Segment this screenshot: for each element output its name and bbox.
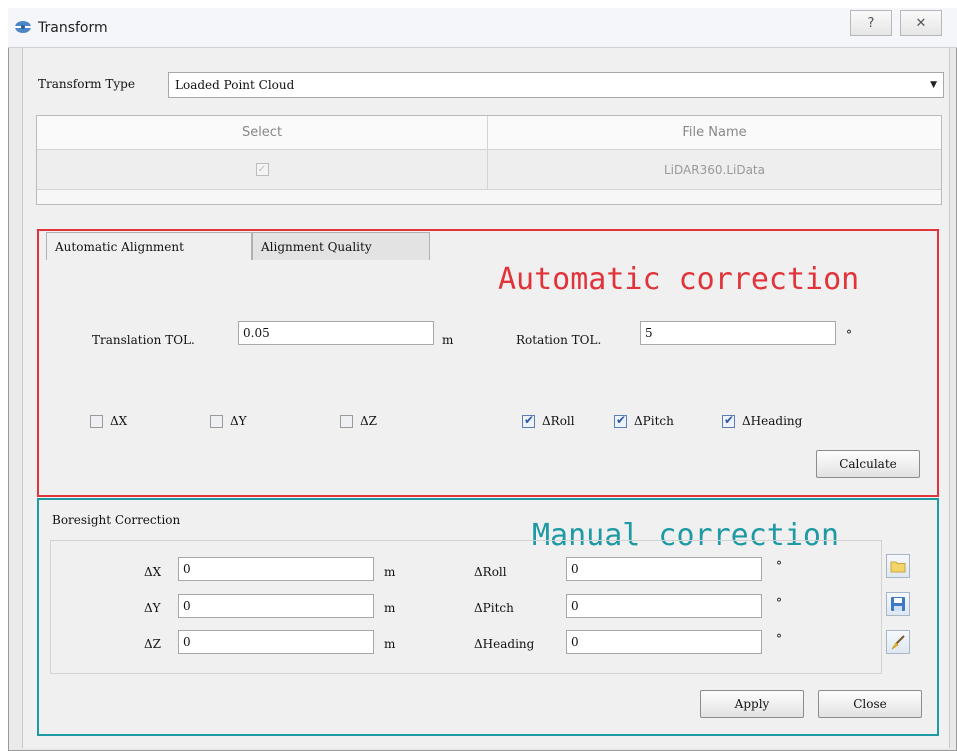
- delta-roll-input[interactable]: [566, 557, 762, 581]
- rotation-tol-label: Rotation TOL.: [516, 333, 602, 347]
- transform-type-select[interactable]: Loaded Point Cloud ▼: [168, 72, 944, 98]
- transform-type-label: Transform Type: [38, 77, 135, 91]
- automatic-correction-annotation: Automatic correction: [498, 262, 860, 297]
- delta-z-label: ΔZ: [360, 414, 378, 428]
- help-icon: ?: [867, 15, 875, 31]
- window-title: Transform: [38, 20, 108, 36]
- close-window-button[interactable]: ✕: [900, 10, 942, 36]
- delta-pitch-unit: °: [776, 596, 782, 610]
- delta-y-field-label: ΔY: [144, 601, 161, 615]
- folder-icon: [890, 561, 906, 572]
- delta-x-label: ΔX: [110, 414, 128, 428]
- brush-icon: [891, 635, 905, 650]
- delta-heading-label: ΔHeading: [742, 414, 803, 428]
- delta-roll-field-label: ΔRoll: [474, 565, 507, 579]
- chevron-down-icon: ▼: [930, 80, 937, 90]
- file-table: Select File Name ✓ LiDAR360.LiData: [36, 115, 942, 205]
- delta-x-input[interactable]: [178, 557, 374, 581]
- apply-button[interactable]: Apply: [700, 690, 804, 718]
- delta-roll-unit: °: [776, 559, 782, 573]
- delta-x-field-label: ΔX: [144, 565, 162, 579]
- delta-heading-input[interactable]: [566, 630, 762, 654]
- translation-tol-input[interactable]: [238, 321, 434, 345]
- calculate-label: Calculate: [839, 457, 897, 471]
- table-cell-file-name: LiDAR360.LiData: [488, 150, 941, 190]
- app-icon: [15, 21, 31, 33]
- delta-roll-label: ΔRoll: [542, 414, 575, 428]
- delta-y-unit: m: [384, 601, 396, 615]
- save-button[interactable]: [886, 592, 910, 616]
- title-bar: [8, 8, 957, 48]
- delta-x-unit: m: [384, 565, 396, 579]
- delta-pitch-field-label: ΔPitch: [474, 601, 514, 615]
- delta-z-checkbox[interactable]: [340, 415, 353, 428]
- table-cell-select: ✓: [37, 150, 487, 190]
- delta-y-checkbox[interactable]: [210, 415, 223, 428]
- rotation-unit: °: [846, 328, 852, 342]
- delta-pitch-label: ΔPitch: [634, 414, 674, 428]
- boresight-title: Boresight Correction: [52, 513, 181, 527]
- close-button[interactable]: Close: [818, 690, 922, 718]
- delta-heading-field-label: ΔHeading: [474, 637, 535, 651]
- close-label: Close: [853, 697, 887, 711]
- help-button[interactable]: ?: [850, 10, 892, 36]
- close-icon: ✕: [915, 15, 927, 31]
- delta-pitch-input[interactable]: [566, 594, 762, 618]
- delta-z-unit: m: [384, 637, 396, 651]
- delta-z-input[interactable]: [178, 630, 374, 654]
- delta-x-checkbox[interactable]: [90, 415, 103, 428]
- calculate-button[interactable]: Calculate: [816, 450, 920, 478]
- delta-heading-unit: °: [776, 632, 782, 646]
- row-select-checkbox[interactable]: ✓: [255, 163, 269, 176]
- delta-y-input[interactable]: [178, 594, 374, 618]
- column-header-file-name: File Name: [488, 116, 941, 150]
- clear-button[interactable]: [886, 630, 910, 654]
- translation-tol-label: Translation TOL.: [92, 333, 195, 347]
- rotation-tol-input[interactable]: [640, 321, 836, 345]
- translation-unit: m: [442, 333, 454, 347]
- transform-type-value: Loaded Point Cloud: [175, 78, 295, 92]
- delta-roll-checkbox[interactable]: [522, 413, 535, 428]
- save-icon: [891, 597, 905, 611]
- column-divider: [487, 116, 488, 190]
- column-header-select: Select: [37, 116, 487, 150]
- delta-pitch-checkbox[interactable]: [614, 413, 627, 428]
- delta-z-field-label: ΔZ: [144, 637, 162, 651]
- apply-label: Apply: [734, 697, 770, 711]
- open-folder-button[interactable]: [886, 554, 910, 578]
- delta-y-label: ΔY: [230, 414, 247, 428]
- delta-heading-checkbox[interactable]: [722, 413, 735, 428]
